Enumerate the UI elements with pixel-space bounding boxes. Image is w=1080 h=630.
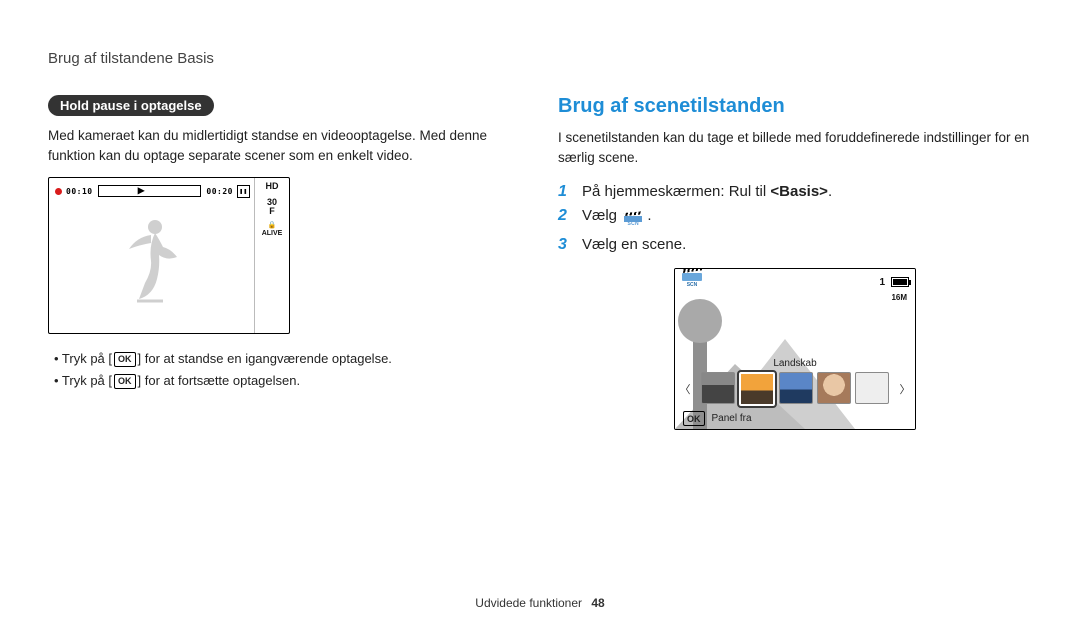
intro-right: I scenetilstanden kan du tage et billede… [558, 128, 1032, 167]
lcd-record-preview: 00:10 00:20 ❚❚ H [48, 177, 290, 334]
battery-icon [891, 277, 909, 287]
page-header: Brug af tilstandene Basis [48, 50, 1032, 67]
ok-key-icon: OK [114, 352, 136, 367]
time-total: 00:20 [206, 187, 233, 196]
footer-section: Udvidede funktioner [475, 596, 582, 610]
chevron-right-icon[interactable]: 〉 [899, 375, 911, 403]
section-pill: Hold pause i optagelse [48, 95, 214, 116]
bullet-2-pre: • Tryk på [ [54, 370, 112, 392]
chevron-left-icon[interactable]: 〈 [679, 375, 691, 403]
panel-off-label: Panel fra [712, 413, 752, 424]
ok-key-icon: OK [114, 374, 136, 389]
step1-pre: På hjemmeskærmen: Rul til [582, 183, 770, 200]
scene-thumb[interactable] [855, 372, 889, 404]
scn-badge-icon: SCN [681, 273, 703, 291]
step1-post: . [828, 183, 832, 200]
time-elapsed: 00:10 [66, 187, 93, 196]
step2-pre: Vælg [582, 207, 621, 224]
col-left: Hold pause i optagelse Med kameraet kan … [48, 95, 522, 430]
scene-thumb[interactable] [817, 372, 851, 404]
step1-bold: <Basis> [770, 183, 828, 200]
bullet-2-post: ] for at fortsætte optagelsen. [138, 370, 301, 392]
indicator-30: 30F [267, 198, 277, 217]
step2-post: . [647, 207, 651, 224]
scene-label: Landskab [675, 358, 915, 369]
scene-thumb[interactable] [779, 372, 813, 404]
footer-page-number: 48 [591, 596, 604, 610]
ok-key-icon: OK [683, 411, 705, 426]
scene-thumb-selected[interactable] [739, 372, 775, 406]
step3: Vælg en scene. [582, 236, 686, 253]
lcd-scene-preview: SCN 1 16M Landskab 〈 [674, 268, 916, 430]
heading-scene-mode: Brug af scenetilstanden [558, 95, 1032, 118]
bullet-1-post: ] for at standse en igangværende optagel… [138, 348, 392, 370]
bullet-list: • Tryk på [ OK ] for at standse en igang… [48, 348, 522, 392]
indicator-alive: 🔒ALIVE [262, 222, 283, 237]
scene-mode-icon: SCN [623, 216, 643, 230]
col-right: Brug af scenetilstanden I scenetilstande… [558, 95, 1032, 430]
pause-icon: ❚❚ [237, 185, 250, 198]
steps-list: 1 På hjemmeskærmen: Rul til <Basis>. 2 V… [558, 183, 1032, 254]
scene-thumb[interactable] [701, 372, 735, 404]
intro-left: Med kameraet kan du midlertidigt standse… [48, 126, 522, 165]
resolution-indicator: 16M [891, 293, 907, 302]
skater-illustration [107, 213, 197, 313]
page-footer: Udvidede funktioner 48 [0, 596, 1080, 610]
progress-bar [98, 185, 202, 197]
indicator-hd: HD [266, 182, 279, 191]
record-dot-icon [55, 188, 62, 195]
shots-remaining: 1 [879, 277, 885, 288]
scene-strip: 〈 〉 [679, 371, 911, 407]
bullet-1-pre: • Tryk på [ [54, 348, 112, 370]
